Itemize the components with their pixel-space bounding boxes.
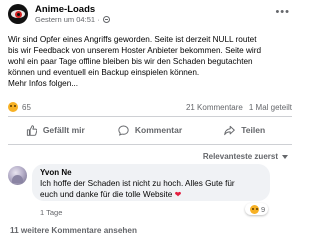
comment-text-line: Ich hoffe der Schaden ist nicht zu hoch.… <box>40 179 235 188</box>
thumbs-up-icon <box>26 124 37 136</box>
share-count[interactable]: 1 Mal geteilt <box>249 103 292 112</box>
post-header: Anime-Loads Gestern um 04:51 · <box>8 3 110 25</box>
comment-bubble: Yvon Ne Ich hoffe der Schaden ist nicht … <box>32 164 270 201</box>
globe-icon <box>102 16 110 23</box>
share-label: Teilen <box>241 125 266 135</box>
divider <box>8 116 292 117</box>
comment-button[interactable]: Kommentar <box>103 119 198 141</box>
more-dots-icon[interactable]: ••• <box>275 6 290 18</box>
sad-face-reaction-icon[interactable] <box>8 102 18 112</box>
view-more-comments-link[interactable]: 11 weitere Kommentare ansehen <box>10 226 137 235</box>
post-text-line: Mehr Infos folgen... <box>8 79 79 88</box>
divider <box>8 144 292 145</box>
post-text-line: wohl ein paar Tage offline bleiben bis w… <box>8 57 253 66</box>
comment-text-content: euch und danke für die tolle Website <box>40 190 173 199</box>
page-meta: Anime-Loads Gestern um 04:51 · <box>35 4 110 25</box>
sad-face-reaction-icon <box>250 204 259 214</box>
comment-label: Kommentar <box>134 125 183 135</box>
reaction-count[interactable]: 65 <box>22 103 31 112</box>
post-text: Wir sind Opfer eines Angriffs geworden. … <box>8 34 296 89</box>
action-bar: Gefällt mir Kommentar Teilen <box>8 119 292 141</box>
sort-label: Relevanteste zuerst <box>202 152 278 161</box>
timestamp-text[interactable]: Gestern um 04:51 · <box>35 15 100 25</box>
comment-count[interactable]: 21 Kommentare <box>186 103 243 112</box>
comment-reaction-count: 9 <box>261 204 266 214</box>
page-name[interactable]: Anime-Loads <box>35 4 110 15</box>
post-stats: 65 21 Kommentare 1 Mal geteilt <box>8 101 292 113</box>
comment-author[interactable]: Yvon Ne <box>40 168 262 178</box>
comment-reaction-badge[interactable]: 9 <box>245 203 269 215</box>
comment-sort-dropdown[interactable]: Relevanteste zuerst <box>203 152 288 161</box>
post-text-line: können und eventuell ein Backup einspiel… <box>8 68 200 77</box>
page-avatar[interactable] <box>8 4 28 24</box>
post-text-line: bis wir Feedback von unserem Hoster Anbi… <box>8 46 262 55</box>
chevron-down-icon <box>282 154 288 159</box>
share-button[interactable]: Teilen <box>197 119 292 141</box>
commenter-avatar[interactable] <box>8 166 27 185</box>
post-timestamp[interactable]: Gestern um 04:51 · <box>35 15 110 25</box>
speech-bubble-icon <box>118 125 129 136</box>
like-label: Gefällt mir <box>42 125 85 135</box>
comment-text-line-2: euch und danke für die tolle Website ❤ <box>40 189 262 200</box>
like-button[interactable]: Gefällt mir <box>8 119 103 141</box>
share-arrow-icon <box>224 125 235 135</box>
post-text-line: Wir sind Opfer eines Angriffs geworden. … <box>8 35 257 44</box>
comment-time[interactable]: 1 Tage <box>40 208 62 217</box>
red-heart-emoji-icon: ❤ <box>174 190 182 199</box>
